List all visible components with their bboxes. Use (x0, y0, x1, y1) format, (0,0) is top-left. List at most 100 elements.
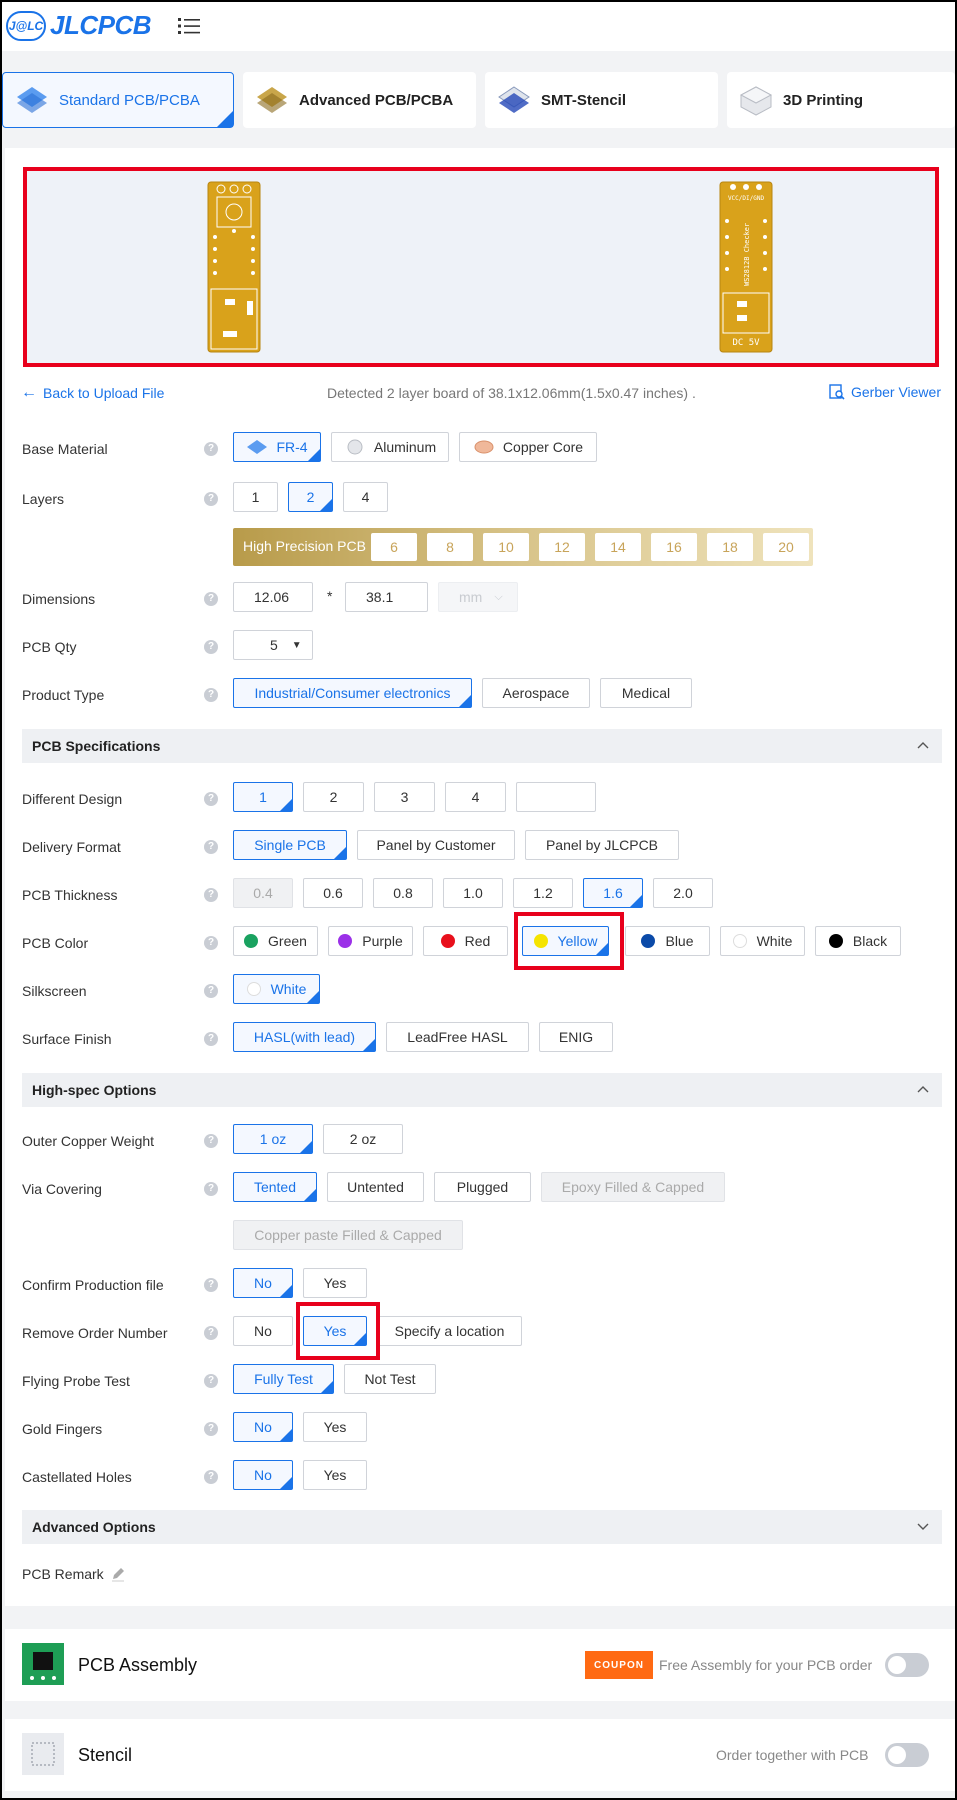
remove-order-specify-location[interactable]: Specify a location (377, 1316, 522, 1346)
castellated-yes[interactable]: Yes (303, 1460, 367, 1490)
thickness-1-2[interactable]: 1.2 (513, 878, 573, 908)
dimension-width-input[interactable]: 12.06 (233, 582, 313, 612)
dimension-unit-select[interactable]: mm ⌵ (438, 582, 518, 612)
help-icon[interactable]: ? (204, 984, 218, 998)
delivery-panel-by-jlcpcb[interactable]: Panel by JLCPCB (525, 830, 679, 860)
color-purple[interactable]: Purple (328, 926, 413, 956)
stencil-toggle[interactable] (885, 1743, 929, 1767)
color-white[interactable]: White (720, 926, 805, 956)
help-icon[interactable]: ? (204, 1032, 218, 1046)
castellated-no[interactable]: No (233, 1460, 293, 1490)
flying-probe-fully-test[interactable]: Fully Test (233, 1364, 334, 1394)
help-icon[interactable]: ? (204, 936, 218, 950)
pcb-assembly-toggle[interactable] (885, 1653, 929, 1677)
thickness-1-6[interactable]: 1.6 (583, 878, 643, 908)
color-black[interactable]: Black (815, 926, 901, 956)
remove-order-no[interactable]: No (233, 1316, 293, 1346)
pcb-specifications-section[interactable]: PCB Specifications (22, 729, 942, 763)
advanced-options-section[interactable]: Advanced Options (22, 1510, 942, 1544)
gold-fingers-no[interactable]: No (233, 1412, 293, 1442)
help-icon[interactable]: ? (204, 1182, 218, 1196)
layers-option-2[interactable]: 2 (288, 482, 333, 512)
product-type-industrial[interactable]: Industrial/Consumer electronics (233, 678, 472, 708)
help-icon[interactable]: ? (204, 640, 218, 654)
different-design-1[interactable]: 1 (233, 782, 293, 812)
help-icon[interactable]: ? (204, 840, 218, 854)
menu-icon[interactable] (178, 16, 200, 36)
help-icon[interactable]: ? (204, 1134, 218, 1148)
high-precision-option-10[interactable]: 10 (483, 533, 529, 561)
help-icon[interactable]: ? (204, 1374, 218, 1388)
help-icon[interactable]: ? (204, 592, 218, 606)
jlcpcb-logo[interactable]: J@LC JLCPCB (6, 10, 152, 41)
base-material-fr4[interactable]: FR-4 (233, 432, 321, 462)
high-spec-section[interactable]: High-spec Options (22, 1073, 942, 1107)
flying-probe-not-test[interactable]: Not Test (344, 1364, 436, 1394)
delivery-panel-by-customer[interactable]: Panel by Customer (357, 830, 515, 860)
via-tented[interactable]: Tented (233, 1172, 317, 1202)
help-icon[interactable]: ? (204, 1470, 218, 1484)
help-icon[interactable]: ? (204, 688, 218, 702)
delivery-single-pcb[interactable]: Single PCB (233, 830, 347, 860)
product-type-aerospace[interactable]: Aerospace (482, 678, 590, 708)
dimension-length-input[interactable]: 38.1 (345, 582, 428, 612)
tab-advanced-pcb[interactable]: Advanced PCB/PCBA (243, 72, 476, 128)
high-precision-option-8[interactable]: 8 (427, 533, 473, 561)
high-precision-option-16[interactable]: 16 (651, 533, 697, 561)
via-untented[interactable]: Untented (327, 1172, 424, 1202)
pcb-qty-select[interactable]: 5 ▼ (233, 630, 313, 660)
edit-pencil-icon[interactable] (110, 1566, 126, 1582)
gold-fingers-yes[interactable]: Yes (303, 1412, 367, 1442)
confirm-production-yes[interactable]: Yes (303, 1268, 367, 1298)
via-epoxy-filled[interactable]: Epoxy Filled & Capped (541, 1172, 725, 1202)
thickness-0-6[interactable]: 0.6 (303, 878, 363, 908)
via-copper-paste-filled[interactable]: Copper paste Filled & Capped (233, 1220, 463, 1250)
help-icon[interactable]: ? (204, 492, 218, 506)
tab-3d-printing[interactable]: 3D Printing (727, 72, 955, 128)
thickness-1-0[interactable]: 1.0 (443, 878, 503, 908)
confirm-production-no[interactable]: No (233, 1268, 293, 1298)
silkscreen-white[interactable]: White (233, 974, 320, 1004)
help-icon[interactable]: ? (204, 1278, 218, 1292)
pcb-color-label: PCB Color (22, 935, 89, 951)
copper-1oz[interactable]: 1 oz (233, 1124, 313, 1154)
via-plugged[interactable]: Plugged (434, 1172, 531, 1202)
high-precision-option-18[interactable]: 18 (707, 533, 753, 561)
back-to-upload-link[interactable]: ← Back to Upload File (21, 384, 164, 402)
finish-enig[interactable]: ENIG (539, 1022, 613, 1052)
layers-option-4[interactable]: 4 (343, 482, 388, 512)
help-icon[interactable]: ? (204, 1422, 218, 1436)
help-icon[interactable]: ? (204, 1326, 218, 1340)
help-icon[interactable]: ? (204, 792, 218, 806)
pcb-assembly-note: Free Assembly for your PCB order (659, 1657, 873, 1673)
different-design-2[interactable]: 2 (303, 782, 364, 812)
base-material-copper-core[interactable]: Copper Core (459, 432, 597, 462)
different-design-4[interactable]: 4 (445, 782, 506, 812)
high-precision-option-12[interactable]: 12 (539, 533, 585, 561)
high-precision-option-14[interactable]: 14 (595, 533, 641, 561)
pcb-thickness-row: PCB Thickness ? 0.4 0.6 0.8 1.0 1.2 1.6 … (5, 878, 955, 912)
finish-hasl-lead[interactable]: HASL(with lead) (233, 1022, 376, 1052)
color-red[interactable]: Red (423, 926, 508, 956)
color-blue[interactable]: Blue (625, 926, 710, 956)
dimensions-label: Dimensions (22, 591, 96, 607)
high-precision-option-20[interactable]: 20 (763, 533, 809, 561)
product-type-medical[interactable]: Medical (600, 678, 692, 708)
thickness-0-8[interactable]: 0.8 (373, 878, 433, 908)
finish-leadfree-hasl[interactable]: LeadFree HASL (386, 1022, 529, 1052)
thickness-0-4[interactable]: 0.4 (233, 878, 293, 908)
high-precision-option-6[interactable]: 6 (371, 533, 417, 561)
tab-smt-stencil[interactable]: SMT-Stencil (485, 72, 718, 128)
layers-option-1[interactable]: 1 (233, 482, 278, 512)
different-design-3[interactable]: 3 (374, 782, 435, 812)
color-green[interactable]: Green (233, 926, 318, 956)
help-icon[interactable]: ? (204, 888, 218, 902)
copper-2oz[interactable]: 2 oz (323, 1124, 403, 1154)
help-icon[interactable]: ? (204, 442, 218, 456)
base-material-aluminum[interactable]: Aluminum (331, 432, 449, 462)
tab-standard-pcb[interactable]: Standard PCB/PCBA (2, 72, 234, 128)
gerber-viewer-link[interactable]: Gerber Viewer (829, 384, 941, 400)
different-design-custom-input[interactable] (516, 782, 596, 812)
pcb-remark: PCB Remark (22, 1566, 126, 1582)
thickness-2-0[interactable]: 2.0 (653, 878, 713, 908)
